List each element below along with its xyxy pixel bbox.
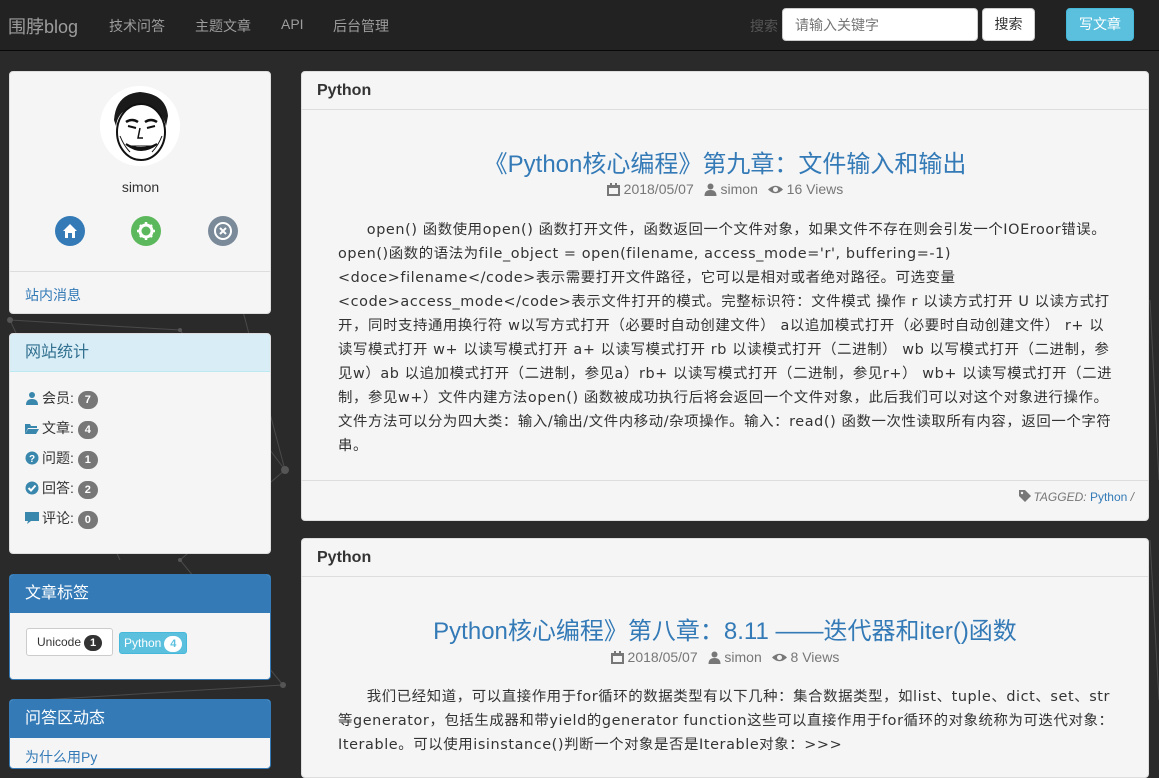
avatar-face-icon: [100, 86, 180, 166]
search-input[interactable]: [782, 8, 978, 41]
stat-count: 4: [77, 421, 98, 439]
stats-title: 网站统计: [10, 334, 270, 372]
question-icon: ?: [25, 451, 39, 465]
stat-count: 1: [77, 451, 98, 469]
svg-text:?: ?: [29, 454, 35, 465]
home-icon[interactable]: [55, 216, 85, 246]
stat-label: 问题:: [42, 450, 74, 466]
messages-link[interactable]: 站内消息: [25, 285, 81, 305]
nav-admin[interactable]: 后台管理: [333, 16, 389, 36]
brand-logo[interactable]: 围脖blog: [8, 13, 78, 39]
settings-icon[interactable]: [131, 216, 161, 246]
article-author: simon: [724, 649, 762, 665]
stat-count: 0: [77, 511, 98, 529]
qa-panel: 问答区动态 为什么用Py: [9, 699, 271, 769]
article-title[interactable]: Python核心编程》第八章：8.11 ——迭代器和iter()函数: [302, 611, 1148, 646]
article-footer-divider: [302, 480, 1148, 481]
article-body: open() 函数使用open() 函数打开文件，函数返回一个文件对象，如果文件…: [338, 222, 1113, 454]
tag-link[interactable]: Python: [1090, 490, 1127, 504]
stat-answers: 回答: 2: [25, 478, 98, 499]
stat-label: 评论:: [42, 510, 74, 526]
tags-panel: 文章标签 Unicode 1 Python 4: [9, 574, 271, 680]
tag-unicode[interactable]: Unicode 1: [26, 628, 114, 656]
eye-icon: [767, 185, 783, 194]
stat-count: 2: [77, 481, 98, 499]
nav-tech-qa[interactable]: 技术问答: [109, 16, 165, 36]
stat-label: 回答:: [42, 480, 74, 496]
tag-count: 1: [84, 635, 103, 651]
search-label: 搜索: [750, 18, 778, 34]
article-date: 2018/05/07: [627, 649, 698, 665]
avatar[interactable]: [100, 86, 180, 166]
user-icon: [704, 183, 717, 196]
eye-icon: [771, 653, 787, 662]
article-views: 8 Views: [790, 649, 840, 665]
article-date: 2018/05/07: [623, 181, 694, 197]
stat-count: 7: [77, 391, 98, 409]
calendar-icon: [610, 651, 624, 664]
stat-questions: ? 问题: 1: [25, 448, 98, 469]
article-card: Python Python核心编程》第八章：8.11 ——迭代器和iter()函…: [301, 538, 1149, 778]
qa-item-link[interactable]: 为什么用Py: [25, 747, 97, 767]
tag-label: Python: [124, 636, 162, 650]
profile-panel: simon 站内消息: [9, 71, 271, 314]
tag-separator: /: [1130, 490, 1134, 504]
article-body: 我们已经知道，可以直接作用于for循环的数据类型有以下几种：集合数据类型，如li…: [338, 689, 1114, 753]
tags-title: 文章标签: [10, 575, 270, 613]
article-author: simon: [720, 181, 758, 197]
stat-articles: 文章: 4: [25, 418, 98, 439]
tag-label: Unicode: [37, 635, 82, 649]
qa-title: 问答区动态: [10, 700, 270, 738]
article-views: 16 Views: [786, 181, 844, 197]
folder-open-icon: [25, 424, 39, 434]
article-card: Python 《Python核心编程》第九章：文件输入和输出 2018/05/0…: [301, 71, 1149, 521]
profile-divider: [10, 271, 270, 272]
article-category: Python: [302, 72, 1148, 110]
write-article-button[interactable]: 写文章: [1066, 8, 1134, 41]
stat-members: 会员: 7: [25, 388, 98, 409]
nav-api[interactable]: API: [281, 16, 304, 32]
profile-username: simon: [121, 179, 160, 195]
logout-icon[interactable]: [208, 216, 238, 246]
tag-python[interactable]: Python 4: [119, 632, 188, 654]
tags-icon: [1019, 490, 1032, 502]
article-meta: 2018/05/07 simon 8 Views: [302, 649, 1148, 665]
user-icon: [26, 392, 38, 405]
stats-panel: 网站统计 会员: 7 文章: 4 ? 问题: 1 回答: 2 评论: 0: [9, 333, 271, 554]
user-icon: [708, 651, 721, 664]
calendar-icon: [606, 183, 620, 196]
stat-label: 文章:: [42, 420, 74, 436]
top-navbar: 围脖blog 技术问答 主题文章 API 后台管理 搜索 搜索 写文章: [0, 0, 1159, 51]
tag-count: 4: [164, 636, 183, 652]
tagged-label: TAGGED:: [1033, 490, 1087, 504]
comment-icon: [25, 512, 39, 524]
article-category: Python: [302, 539, 1148, 577]
stat-comments: 评论: 0: [25, 508, 98, 529]
article-meta: 2018/05/07 simon 16 Views: [302, 181, 1148, 197]
check-circle-icon: [25, 481, 39, 495]
stat-label: 会员:: [42, 390, 74, 406]
article-title[interactable]: 《Python核心编程》第九章：文件输入和输出: [302, 144, 1148, 179]
search-button[interactable]: 搜索: [982, 8, 1035, 41]
nav-topic-articles[interactable]: 主题文章: [195, 16, 251, 36]
article-tags: TAGGED: Python /: [1019, 490, 1134, 504]
